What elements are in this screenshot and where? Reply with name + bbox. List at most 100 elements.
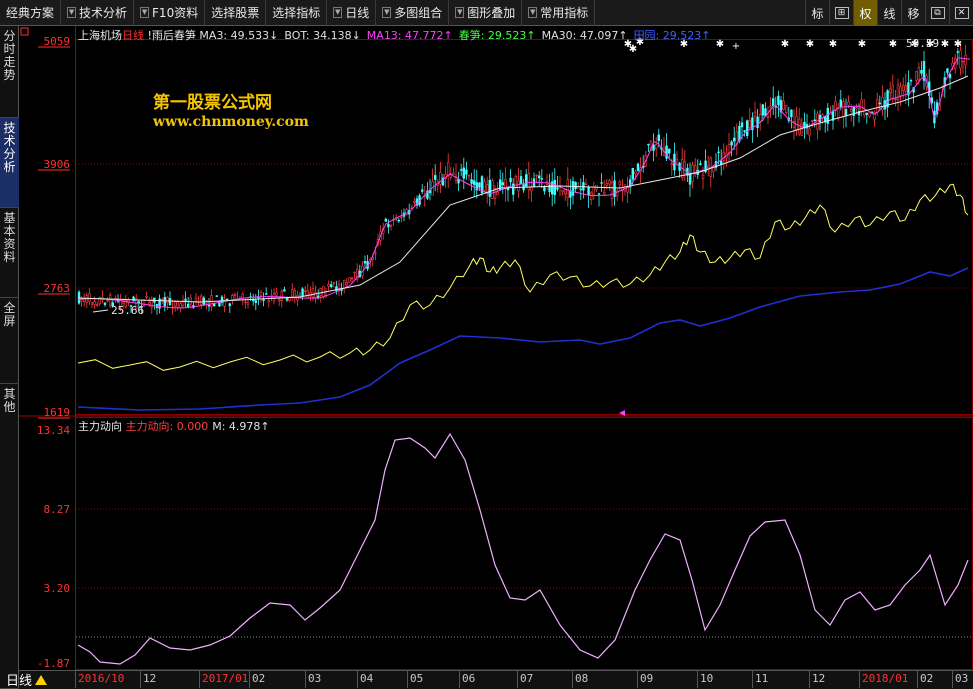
period-up-arrow-icon[interactable]	[35, 674, 48, 685]
candle-body	[259, 292, 263, 297]
candle-body	[657, 134, 661, 142]
yellow-line	[77, 183, 969, 371]
x-tick-separator	[357, 671, 358, 688]
candle-body	[743, 130, 746, 132]
indicator-name[interactable]: 雨后春笋	[152, 29, 196, 42]
candle-body	[314, 292, 317, 298]
candle-body	[600, 182, 603, 184]
candle-body	[122, 301, 125, 304]
candle-body	[462, 167, 465, 179]
candle-body	[176, 301, 179, 308]
header-field-1: BOT: 34.138↓	[284, 29, 361, 42]
candle-body	[860, 99, 863, 112]
signal-star-icon: ✱	[716, 39, 724, 50]
candle-body	[740, 122, 744, 128]
signal-star-icon: ✱	[954, 39, 962, 50]
candle-body	[855, 107, 858, 110]
sub-indicator-name[interactable]: 主力动向	[78, 420, 122, 433]
candle-body	[589, 192, 593, 200]
candle-body	[956, 51, 960, 53]
x-tick-separator	[859, 671, 860, 688]
x-tick-separator	[249, 671, 250, 688]
candle-body	[777, 95, 780, 106]
candle-body	[478, 182, 481, 188]
x-tick-label: 04	[360, 672, 374, 685]
x-tick-label: 12	[143, 672, 157, 685]
watermark-title: 第一股票公式网	[153, 93, 272, 113]
x-tick-label: 09	[640, 672, 654, 685]
candle-body	[914, 71, 918, 81]
x-tick-separator	[572, 671, 573, 688]
candle-body	[878, 102, 882, 105]
candle-body	[756, 116, 759, 129]
candle-body	[839, 99, 843, 107]
sub-header: 主力动向 主力动向: 0.000 M: 4.978↑	[78, 418, 274, 434]
sub-header-field-0: 主力动向: 0.000	[125, 420, 209, 433]
candle-body	[894, 98, 897, 101]
candle-body	[579, 188, 583, 191]
candle-body	[187, 303, 190, 308]
x-tick-separator	[697, 671, 698, 688]
candle-body	[363, 261, 367, 264]
candle-body	[652, 144, 655, 151]
candle-body	[844, 109, 848, 117]
candle-body	[605, 183, 609, 186]
candle-body	[634, 171, 637, 175]
candle-body	[228, 303, 231, 307]
candle-body	[613, 180, 616, 197]
chart-canvas[interactable]: 5059 3906 2763 1619 13.34 8.27 3.20 -1.87 ✱ ✱ ✱ ✱ ✱ +…	[0, 0, 973, 689]
candle-body	[470, 179, 473, 184]
candle-body	[961, 60, 965, 63]
candle-body	[795, 115, 798, 130]
main-y-label: 3906	[44, 158, 71, 171]
candle-body	[769, 105, 772, 108]
candle-body	[275, 292, 278, 296]
candle-body	[730, 141, 733, 146]
candle-body	[584, 183, 588, 186]
candle-body	[420, 189, 424, 192]
candle-body	[374, 252, 377, 254]
candle-body	[353, 271, 356, 274]
candle-body	[345, 282, 348, 286]
x-tick-label: 2018/01	[862, 672, 909, 685]
x-tick-label: 12	[812, 672, 826, 685]
x-tick-separator	[952, 671, 953, 688]
header-field-4: MA30: 47.097↑	[541, 29, 628, 42]
close-chart-icon[interactable]	[20, 27, 29, 36]
candle-body	[226, 298, 229, 301]
period-selector[interactable]: 日线	[2, 670, 70, 689]
signal-star-icon: +	[732, 41, 740, 52]
main-y-label: 5059	[44, 35, 71, 48]
candle-body	[327, 283, 330, 287]
candle-body	[244, 301, 247, 304]
sub-chart-frame	[75, 417, 973, 670]
candle-body	[319, 288, 322, 296]
signal-star-icon: ✱	[829, 39, 837, 50]
high-price-label: 50.59	[906, 37, 939, 50]
low-price-label: 25.66	[111, 304, 144, 317]
x-tick-label: 07	[520, 672, 534, 685]
candle-body	[782, 100, 785, 110]
candle-body	[842, 101, 845, 118]
candle-body	[574, 182, 577, 190]
x-tick-label: 05	[410, 672, 424, 685]
candle-body	[667, 148, 671, 154]
candle-body	[800, 123, 804, 136]
candle-body	[389, 225, 393, 227]
candle-body	[797, 118, 801, 135]
candle-body	[561, 189, 564, 192]
header-field-0: MA3: 49.533↓	[199, 29, 279, 42]
candle-body	[519, 176, 523, 184]
candle-body	[306, 290, 309, 298]
candle-body	[90, 302, 94, 305]
candle-body	[433, 175, 437, 180]
candle-body	[491, 180, 494, 199]
candle-body	[909, 80, 913, 82]
header-field-5: 田园: 29.523↑	[633, 29, 711, 42]
candle-body	[400, 216, 403, 219]
candle-body	[514, 176, 518, 188]
x-tick-separator	[199, 671, 200, 688]
x-tick-label: 2017/01	[202, 672, 249, 685]
candle-body	[683, 161, 687, 174]
candle-body	[810, 120, 814, 122]
